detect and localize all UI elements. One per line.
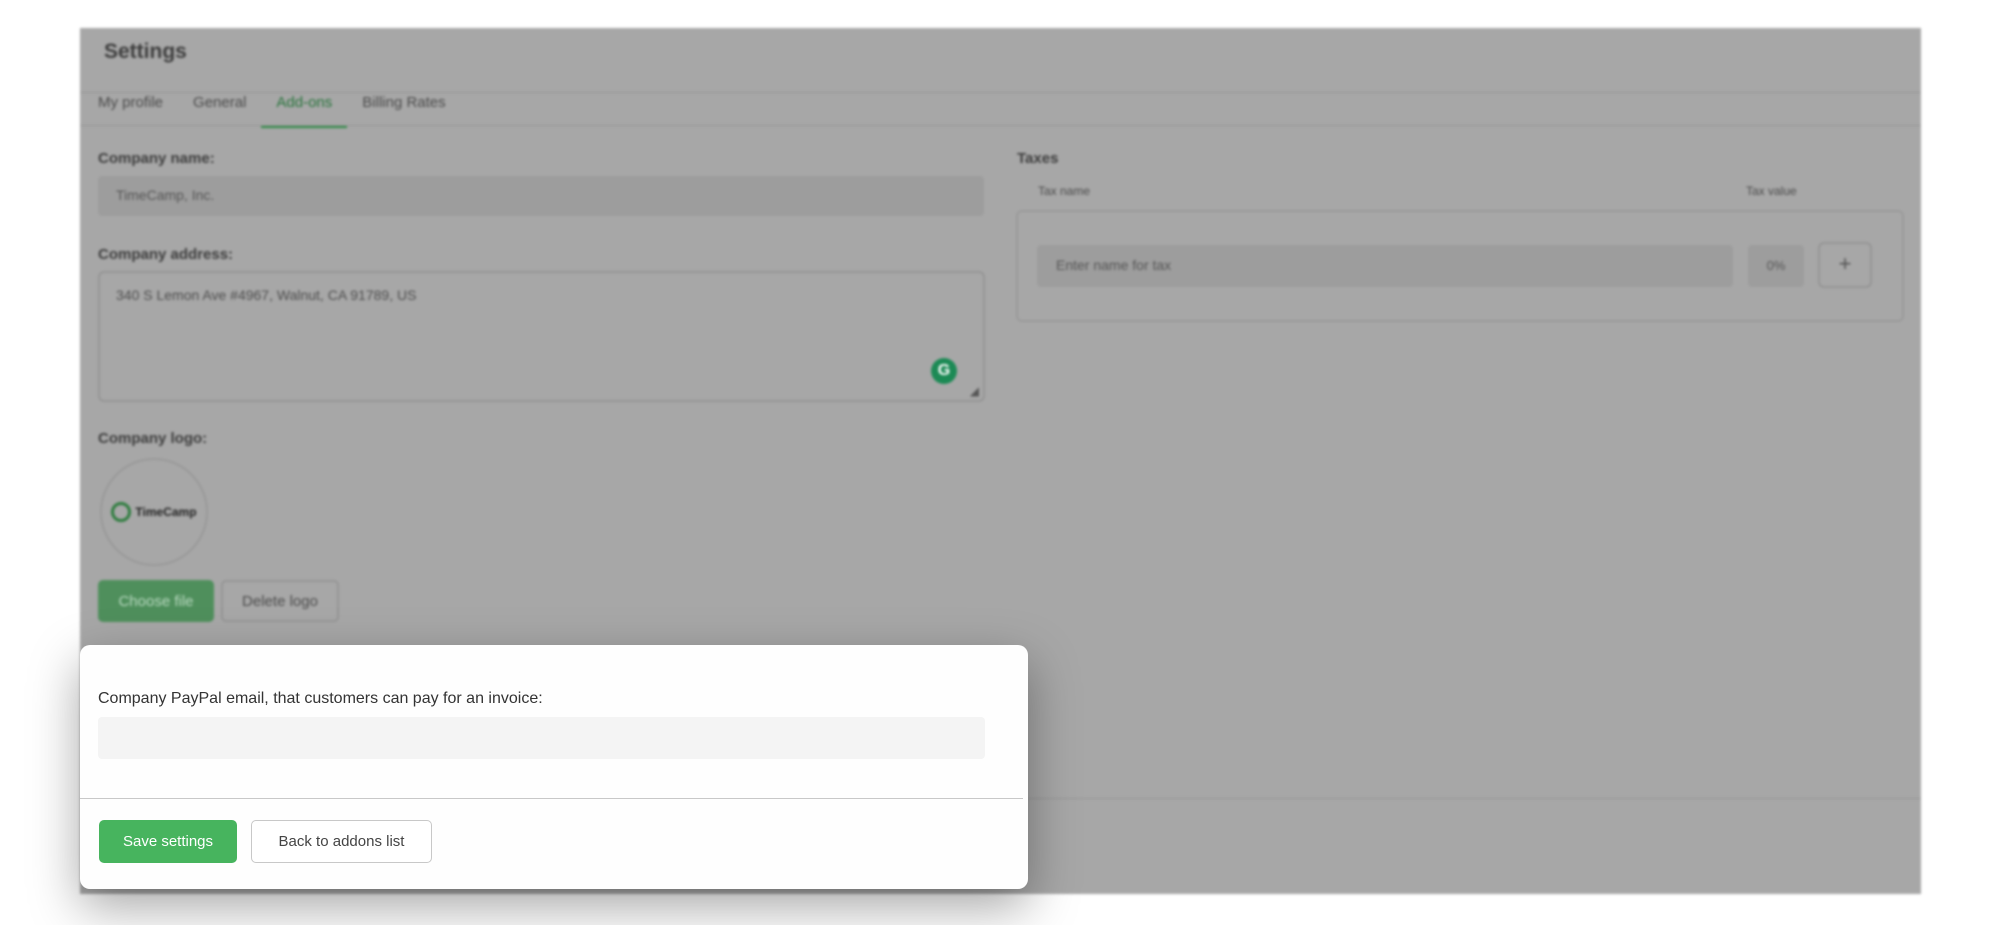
tab-add-ons[interactable]: Add-ons (261, 94, 348, 128)
tax-value-column: Tax value (1746, 184, 1797, 198)
logo-wordmark: TimeCamp (135, 505, 197, 519)
panel-divider (80, 798, 1023, 799)
add-tax-button[interactable]: + (1818, 242, 1872, 288)
company-logo-label: Company logo: (98, 430, 208, 447)
company-name-label: Company name: (98, 150, 215, 167)
choose-file-button[interactable]: Choose file (98, 580, 214, 622)
grammarly-icon[interactable]: G (931, 358, 957, 384)
header-divider (80, 92, 1921, 93)
company-address-label: Company address: (98, 246, 234, 263)
timecamp-logo-icon (111, 502, 132, 522)
tab-billing-rates[interactable]: Billing Rates (347, 94, 460, 128)
tax-value-input[interactable]: 0% (1748, 245, 1804, 287)
resize-handle-icon[interactable]: ◢ (970, 384, 979, 398)
tabs-divider (80, 125, 1921, 126)
save-settings-button[interactable]: Save settings (99, 820, 237, 863)
back-to-addons-button[interactable]: Back to addons list (251, 820, 432, 863)
tab-my-profile[interactable]: My profile (98, 94, 178, 128)
tax-name-input[interactable]: Enter name for tax (1037, 245, 1733, 287)
tax-name-column: Tax name (1038, 184, 1091, 198)
settings-tabs: My profile General Add-ons Billing Rates (98, 94, 461, 128)
tab-general[interactable]: General (178, 94, 261, 128)
company-address-textarea[interactable]: 340 S Lemon Ave #4967, Walnut, CA 91789,… (98, 271, 985, 402)
paypal-email-input[interactable] (98, 717, 985, 759)
company-logo-preview: TimeCamp (100, 458, 208, 566)
taxes-title: Taxes (1017, 150, 1059, 167)
company-name-input[interactable]: TimeCamp, Inc. (98, 176, 984, 216)
paypal-settings-panel: Company PayPal email, that customers can… (80, 645, 1028, 889)
tax-row-box: Enter name for tax 0% + (1016, 210, 1904, 322)
delete-logo-button[interactable]: Delete logo (221, 580, 339, 622)
paypal-email-label: Company PayPal email, that customers can… (98, 690, 543, 707)
company-address-value: 340 S Lemon Ave #4967, Walnut, CA 91789,… (116, 287, 417, 303)
page-title: Settings (104, 40, 187, 63)
